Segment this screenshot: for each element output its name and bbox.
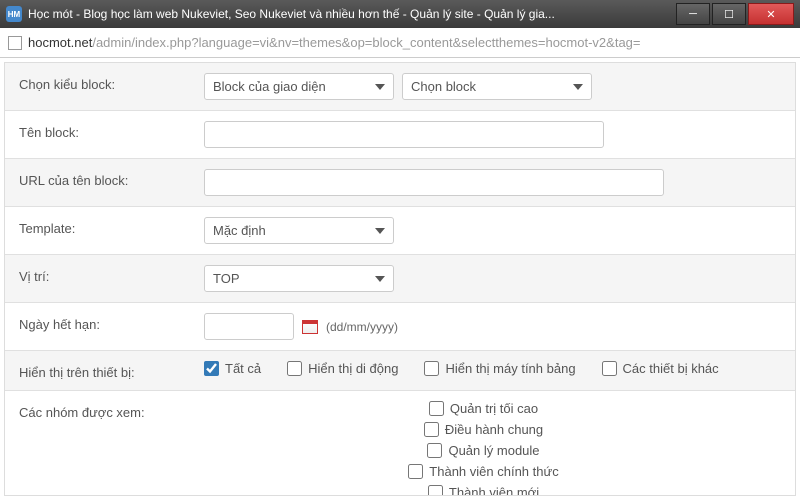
field-groups: Quản trị tối cao Điều hành chung Quản lý… [204,401,781,496]
row-position: Vị trí: TOP [5,255,795,303]
field-template: Mặc định [204,217,781,244]
close-button[interactable]: ✕ [748,3,794,25]
field-block-url [204,169,781,196]
checkbox-group-4[interactable] [428,485,443,496]
titlebar: HM Học mót - Blog học làm web Nukeviet, … [0,0,800,28]
select-block[interactable]: Chọn block [402,73,592,100]
maximize-button[interactable]: ☐ [712,3,746,25]
row-device: Hiển thị trên thiết bị: Tất cả Hiển thị … [5,351,795,391]
date-format-hint: (dd/mm/yyyy) [326,320,398,334]
label-position: Vị trí: [19,265,204,284]
window-controls: ─ ☐ ✕ [676,3,794,25]
checkbox-group-2[interactable] [427,443,442,458]
minimize-button[interactable]: ─ [676,3,710,25]
chk-group[interactable]: Quản lý module [427,443,539,458]
input-block-url[interactable] [204,169,664,196]
label-block-url: URL của tên block: [19,169,204,188]
label-template: Template: [19,217,204,236]
url-path: /admin/index.php?language=vi&nv=themes&o… [92,35,640,50]
row-block-type: Chọn kiểu block: Block của giao diện Chọ… [5,63,795,111]
row-block-url: URL của tên block: [5,159,795,207]
chk-device-all[interactable]: Tất cả [204,361,261,376]
select-position[interactable]: TOP [204,265,394,292]
app-window: HM Học mót - Blog học làm web Nukeviet, … [0,0,800,500]
field-device: Tất cả Hiển thị di động Hiển thị máy tín… [204,361,781,376]
address-bar[interactable]: hocmot.net/admin/index.php?language=vi&n… [0,28,800,58]
window-title: Học mót - Blog học làm web Nukeviet, Seo… [28,7,676,21]
field-block-name [204,121,781,148]
label-block-name: Tên block: [19,121,204,140]
input-block-name[interactable] [204,121,604,148]
chk-group[interactable]: Thành viên chính thức [408,464,558,479]
field-block-type: Block của giao diện Chọn block [204,73,781,100]
chk-group[interactable]: Điều hành chung [424,422,543,437]
form-content: Chọn kiểu block: Block của giao diện Chọ… [4,62,796,496]
chk-device-tablet[interactable]: Hiển thị máy tính bảng [424,361,575,376]
checkbox-tablet[interactable] [424,361,439,376]
checkbox-group-1[interactable] [424,422,439,437]
row-block-name: Tên block: [5,111,795,159]
page-icon [8,36,22,50]
row-expire: Ngày hết hạn: (dd/mm/yyyy) [5,303,795,351]
checkbox-other[interactable] [602,361,617,376]
app-icon: HM [6,6,22,22]
label-expire: Ngày hết hạn: [19,313,204,332]
chk-group[interactable]: Thành viên mới [428,485,539,496]
row-template: Template: Mặc định [5,207,795,255]
field-position: TOP [204,265,781,292]
input-expire-date[interactable] [204,313,294,340]
select-template[interactable]: Mặc định [204,217,394,244]
label-device: Hiển thị trên thiết bị: [19,361,204,380]
select-block-source[interactable]: Block của giao diện [204,73,394,100]
checkbox-group-3[interactable] [408,464,423,479]
row-groups: Các nhóm được xem: Quản trị tối cao Điều… [5,391,795,496]
chk-group[interactable]: Quản trị tối cao [429,401,538,416]
label-groups: Các nhóm được xem: [19,401,204,420]
chk-device-mobile[interactable]: Hiển thị di động [287,361,398,376]
calendar-icon[interactable] [302,320,318,334]
label-block-type: Chọn kiểu block: [19,73,204,92]
field-expire: (dd/mm/yyyy) [204,313,781,340]
checkbox-group-0[interactable] [429,401,444,416]
url-text: hocmot.net/admin/index.php?language=vi&n… [28,35,641,50]
chk-device-other[interactable]: Các thiết bị khác [602,361,719,376]
checkbox-mobile[interactable] [287,361,302,376]
url-host: hocmot.net [28,35,92,50]
checkbox-all[interactable] [204,361,219,376]
